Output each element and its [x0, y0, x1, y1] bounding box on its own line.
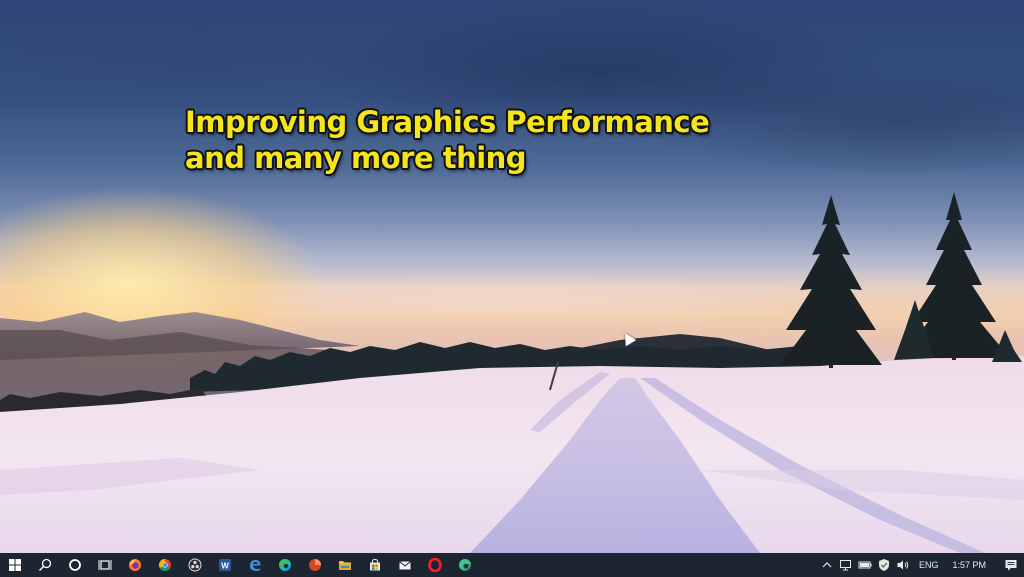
taskbar-powerpoint[interactable]: [300, 553, 330, 577]
taskbar-file-explorer[interactable]: [330, 553, 360, 577]
search-button[interactable]: [30, 553, 60, 577]
windows-logo-icon: [9, 559, 21, 571]
desktop-wallpaper: Improving Graphics Performance and many …: [0, 0, 1024, 553]
firefox-icon: [129, 559, 141, 571]
network-icon: [840, 560, 852, 571]
word-icon: W: [219, 559, 231, 571]
chrome-icon: [158, 559, 171, 572]
cortana-circle-icon: [69, 559, 81, 571]
title-line-2: and many more thing: [185, 141, 527, 175]
battery-button[interactable]: [856, 553, 875, 577]
wallpaper-landscape: [0, 192, 1024, 553]
start-button[interactable]: [0, 553, 30, 577]
notification-icon: [1005, 560, 1017, 571]
svg-text:W: W: [221, 562, 229, 571]
folder-icon: [339, 561, 351, 570]
taskbar-clock[interactable]: 1:57 PM: [946, 560, 998, 570]
edge-icon: [279, 559, 291, 571]
taskbar-word[interactable]: W: [210, 553, 240, 577]
edge-legacy-icon: [250, 560, 261, 571]
taskbar-edge-dev[interactable]: [450, 553, 480, 577]
title-line-1: Improving Graphics Performance: [185, 105, 710, 139]
search-icon: [38, 558, 52, 572]
edge-dev-icon: [459, 559, 471, 571]
store-bag-icon: [370, 558, 380, 571]
show-hidden-icons-button[interactable]: [818, 553, 837, 577]
action-center-button[interactable]: [998, 553, 1024, 577]
network-button[interactable]: [837, 553, 856, 577]
volume-icon: [897, 560, 909, 570]
taskbar-store[interactable]: [360, 553, 390, 577]
chevron-up-icon: [823, 562, 832, 568]
taskbar-edge[interactable]: [270, 553, 300, 577]
opera-icon: [428, 558, 442, 572]
taskbar: W ENG 1:57 PM: [0, 553, 1024, 577]
security-button[interactable]: [875, 553, 894, 577]
taskbar-mail[interactable]: [390, 553, 420, 577]
task-view-icon: [98, 560, 112, 570]
mail-icon: [399, 561, 411, 570]
language-indicator[interactable]: ENG: [913, 560, 947, 570]
taskbar-firefox[interactable]: [120, 553, 150, 577]
cortana-button[interactable]: [60, 553, 90, 577]
taskbar-opera[interactable]: [420, 553, 450, 577]
taskbar-edge-legacy[interactable]: [240, 553, 270, 577]
powerpoint-icon: [309, 559, 321, 571]
volume-button[interactable]: [894, 553, 913, 577]
taskbar-chrome[interactable]: [150, 553, 180, 577]
security-shield-icon: [879, 559, 890, 571]
system-tray: ENG 1:57 PM: [818, 553, 1024, 577]
battery-icon: [858, 561, 872, 569]
taskbar-obs[interactable]: [180, 553, 210, 577]
video-title-overlay: Improving Graphics Performance and many …: [185, 104, 710, 176]
obs-icon: [188, 558, 202, 572]
task-view-button[interactable]: [90, 553, 120, 577]
pine-tree-1: [780, 195, 882, 368]
